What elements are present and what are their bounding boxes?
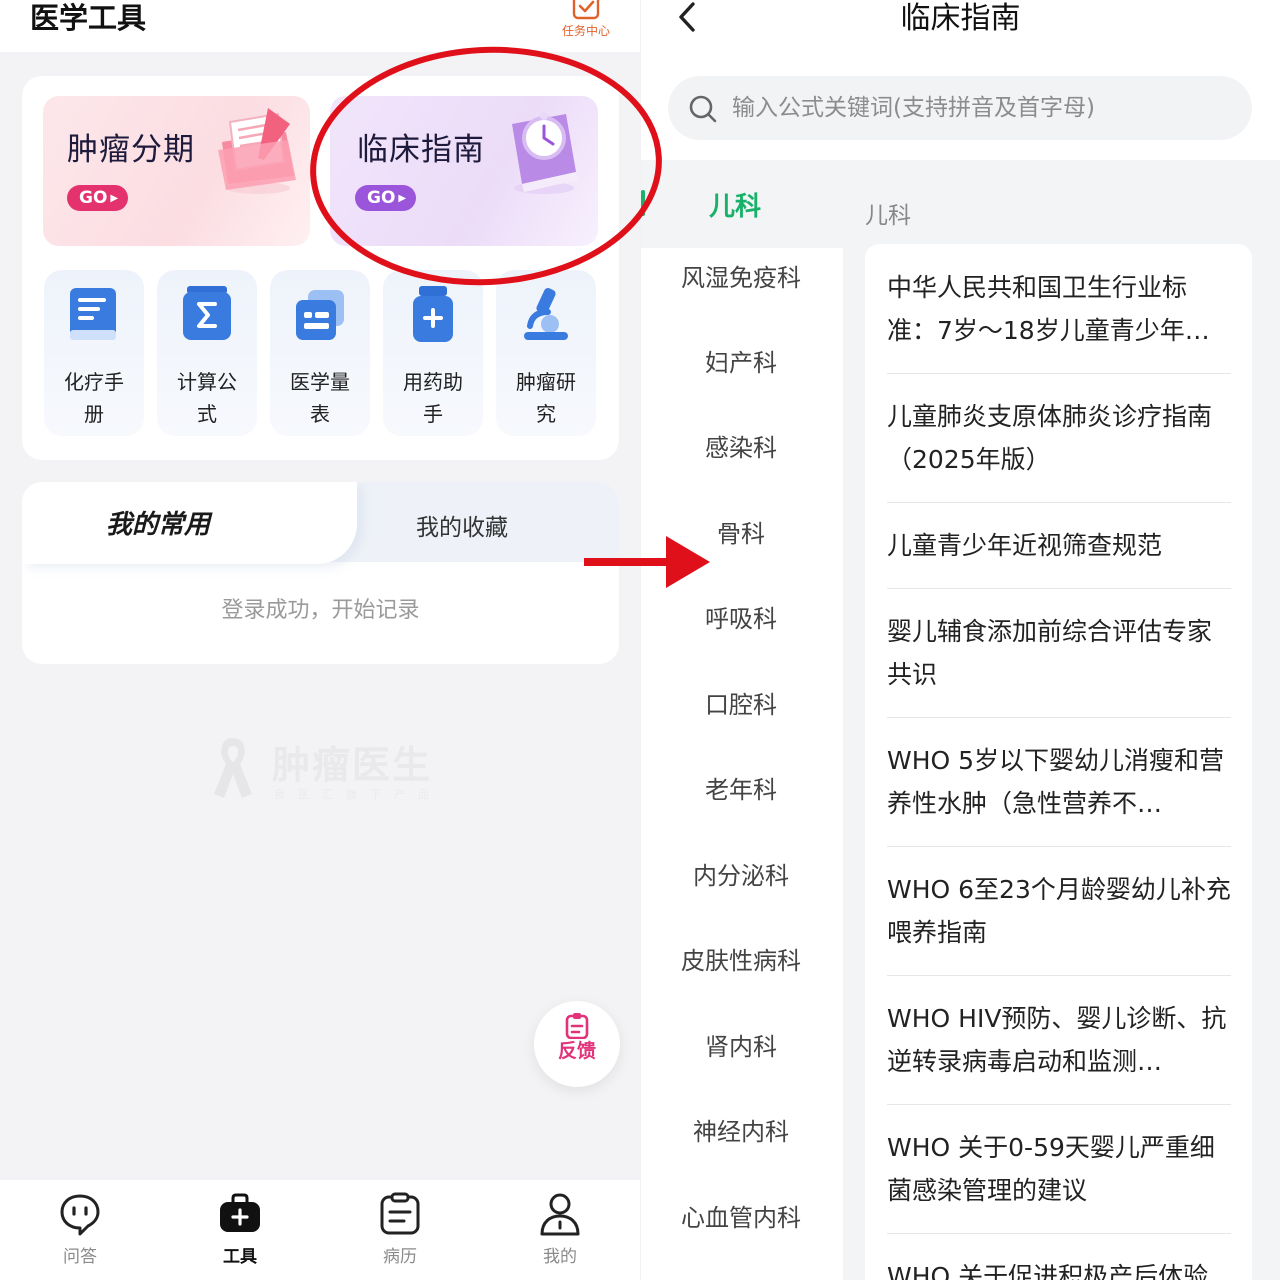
brand-watermark: 肿瘤医生 良医汇旗下产品 bbox=[210, 732, 430, 806]
section-title: 儿科 bbox=[865, 203, 911, 229]
ribbon-logo-icon bbox=[214, 738, 252, 798]
guide-list-item[interactable]: 婴儿辅食添加前综合评估专家共识 bbox=[887, 610, 1231, 696]
scale-card-icon bbox=[296, 290, 344, 340]
promo-title: 肿瘤分期 bbox=[67, 132, 195, 168]
nav-label: 工具 bbox=[223, 1247, 257, 1267]
category-item[interactable]: 妇产科 bbox=[641, 343, 841, 378]
category-item[interactable]: 神经内科 bbox=[641, 1112, 841, 1147]
category-sidebar: 儿科 风湿免疫科 妇产科 感染科 骨科 呼吸科 口腔科 老年科 内分泌科 皮肤性… bbox=[641, 160, 843, 1280]
favorites-card: 我的常用 我的收藏 登录成功，开始记录 bbox=[22, 482, 619, 664]
nav-label: 问答 bbox=[63, 1247, 97, 1267]
clipboard-icon bbox=[380, 1192, 420, 1235]
clinical-guide-screen: 临床指南 儿科 风湿免疫科 妇产科 感染科 骨科 呼吸科 口腔科 bbox=[641, 0, 1280, 1280]
sigma-icon bbox=[183, 286, 231, 340]
book-icon bbox=[70, 288, 116, 340]
tool-label: 肿瘤研究 bbox=[516, 370, 576, 426]
task-check-icon bbox=[572, 0, 600, 20]
left-header: 医学工具 任务中心 bbox=[0, 0, 640, 52]
tool-label: 计算公式 bbox=[177, 370, 237, 426]
watermark-subtitle: 良医汇旗下产品 bbox=[274, 788, 442, 801]
chat-bubble-icon bbox=[60, 1194, 100, 1236]
category-item[interactable]: 心血管内科 bbox=[641, 1198, 841, 1233]
nav-label: 我的 bbox=[543, 1247, 577, 1267]
category-item[interactable]: 呼吸科 bbox=[641, 599, 841, 634]
formula-tool[interactable]: 计算公式 bbox=[157, 270, 257, 436]
category-item[interactable]: 内分泌科 bbox=[641, 856, 841, 891]
page-title: 医学工具 bbox=[30, 1, 147, 35]
nav-profile[interactable]: 我的 bbox=[500, 1192, 620, 1267]
watermark-title: 肿瘤医生 bbox=[272, 743, 433, 787]
divider bbox=[887, 1233, 1231, 1234]
bottom-nav: 问答 工具 病历 我的 bbox=[0, 1180, 640, 1280]
nav-records[interactable]: 病历 bbox=[340, 1192, 460, 1267]
go-button[interactable]: GO ▶ bbox=[67, 185, 129, 211]
medical-scale-tool[interactable]: 医学量表 bbox=[270, 270, 370, 436]
tool-label: 化疗手册 bbox=[64, 370, 124, 426]
divider bbox=[887, 975, 1231, 976]
back-arrow-icon[interactable] bbox=[673, 0, 703, 36]
search-icon bbox=[689, 95, 717, 123]
guide-list-item[interactable]: 儿童青少年近视筛查规范 bbox=[887, 524, 1231, 567]
divider bbox=[887, 588, 1231, 589]
divider bbox=[887, 502, 1231, 503]
divider bbox=[887, 717, 1231, 718]
tumor-staging-banner[interactable]: 肿瘤分期 GO ▶ bbox=[43, 96, 310, 246]
task-center-button[interactable]: 任务中心 bbox=[556, 0, 616, 44]
guide-list-item[interactable]: WHO 关于0-59天婴儿严重细菌感染管理的建议 bbox=[887, 1126, 1231, 1212]
category-item[interactable]: 老年科 bbox=[641, 770, 841, 805]
tool-label: 用药助手 bbox=[403, 370, 463, 426]
category-item-active[interactable]: 儿科 bbox=[641, 160, 843, 248]
medical-kit-icon bbox=[220, 1193, 260, 1232]
divider bbox=[887, 373, 1231, 374]
tumor-research-tool[interactable]: 肿瘤研究 bbox=[496, 270, 596, 436]
nav-label: 病历 bbox=[383, 1247, 417, 1267]
empty-hint: 登录成功，开始记录 bbox=[221, 598, 420, 623]
feedback-clipboard-icon bbox=[565, 1013, 589, 1039]
feedback-label: 反馈 bbox=[557, 1040, 596, 1062]
guide-list-item[interactable]: 中华人民共和国卫生行业标准：7岁～18岁儿童青少年… bbox=[887, 266, 1231, 352]
nav-qa[interactable]: 问答 bbox=[20, 1192, 140, 1267]
folder-icon bbox=[218, 108, 296, 194]
feedback-button[interactable]: 反馈 bbox=[534, 1001, 620, 1087]
guide-list-item[interactable]: 儿童肺炎支原体肺炎诊疗指南（2025年版） bbox=[887, 395, 1231, 481]
guide-body: 儿科 风湿免疫科 妇产科 感染科 骨科 呼吸科 口腔科 老年科 内分泌科 皮肤性… bbox=[641, 160, 1280, 1280]
tab-my-collection[interactable]: 我的收藏 bbox=[416, 508, 508, 542]
guide-list-item[interactable]: WHO 关于促进积极产后体验 bbox=[887, 1255, 1231, 1280]
category-item[interactable]: 口腔科 bbox=[641, 685, 841, 720]
person-icon bbox=[540, 1193, 580, 1236]
clinical-guide-banner[interactable]: 临床指南 GO ▶ bbox=[330, 96, 598, 246]
medicine-bottle-icon bbox=[413, 286, 453, 342]
guide-header: 临床指南 bbox=[641, 0, 1280, 160]
page-title: 临床指南 bbox=[900, 1, 1021, 36]
category-label: 儿科 bbox=[708, 192, 761, 222]
category-item[interactable]: 风湿免疫科 bbox=[641, 258, 841, 293]
nav-tools[interactable]: 工具 bbox=[180, 1192, 300, 1267]
search-bar[interactable] bbox=[668, 76, 1252, 140]
guide-list-item[interactable]: WHO HIV预防、婴儿诊断、抗逆转录病毒启动和监测… bbox=[887, 997, 1231, 1083]
medical-tools-screen: 医学工具 任务中心 肿瘤分期 GO ▶ 临床指南 GO ▶ 化疗手册 计算公式 … bbox=[0, 0, 640, 1280]
guide-list-item[interactable]: WHO 5岁以下婴幼儿消瘦和营养性水肿（急性营养不… bbox=[887, 739, 1231, 825]
category-item[interactable]: 骨科 bbox=[641, 514, 841, 549]
category-item[interactable]: 皮肤性病科 bbox=[641, 941, 841, 976]
divider bbox=[887, 846, 1231, 847]
guide-list: 中华人民共和国卫生行业标准：7岁～18岁儿童青少年… 儿童肺炎支原体肺炎诊疗指南… bbox=[865, 244, 1252, 1280]
medication-assistant-tool[interactable]: 用药助手 bbox=[383, 270, 483, 436]
divider bbox=[887, 1104, 1231, 1105]
tool-label: 医学量表 bbox=[290, 370, 350, 426]
tab-my-frequent[interactable]: 我的常用 bbox=[106, 504, 210, 541]
chemo-handbook-tool[interactable]: 化疗手册 bbox=[44, 270, 144, 436]
category-item[interactable]: 肾内科 bbox=[641, 1027, 841, 1062]
guide-book-icon bbox=[512, 112, 578, 194]
category-list: 风湿免疫科 妇产科 感染科 骨科 呼吸科 口腔科 老年科 内分泌科 皮肤性病科 … bbox=[641, 248, 843, 1280]
guide-list-item[interactable]: WHO 6至23个月龄婴幼儿补充喂养指南 bbox=[887, 868, 1231, 954]
go-button[interactable]: GO ▶ bbox=[355, 185, 417, 211]
category-item[interactable]: 感染科 bbox=[641, 428, 841, 463]
microscope-icon bbox=[524, 287, 568, 340]
task-center-label: 任务中心 bbox=[561, 24, 610, 38]
promo-title: 临床指南 bbox=[357, 132, 485, 168]
search-input[interactable] bbox=[732, 76, 1232, 140]
